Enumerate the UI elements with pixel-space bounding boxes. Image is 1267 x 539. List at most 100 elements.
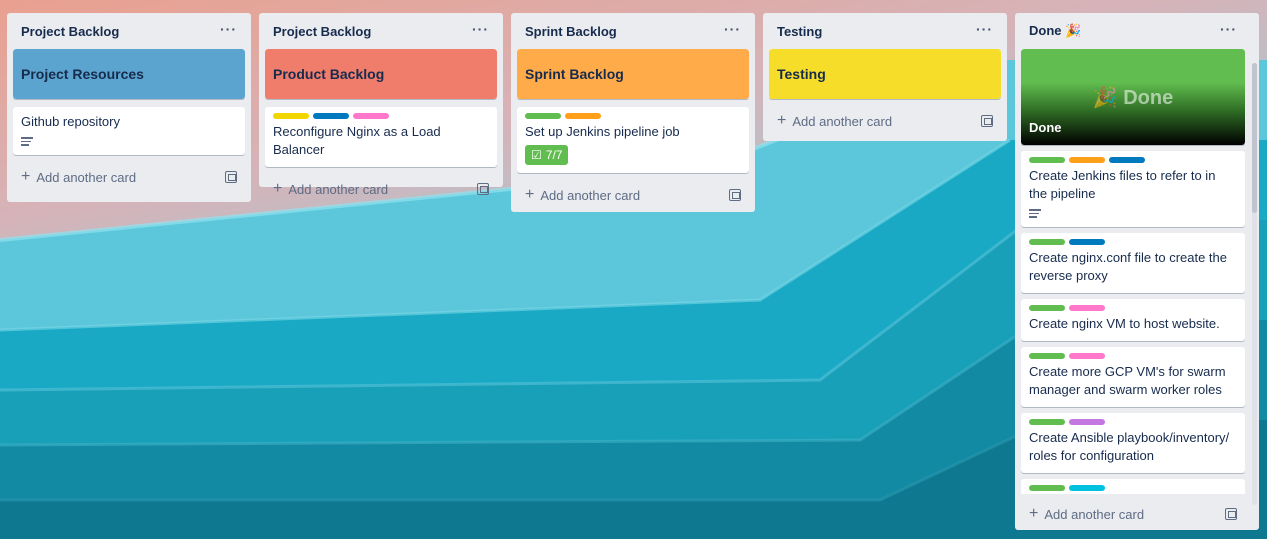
card-cover-image: 🎉 Done Done xyxy=(1021,49,1245,145)
card[interactable]: Create Ansible playbook/inventory/ roles… xyxy=(1021,413,1245,473)
checklist-count: 7/7 xyxy=(545,148,563,162)
label-blue[interactable] xyxy=(1069,239,1105,245)
label-pink[interactable] xyxy=(1069,353,1105,359)
card-title: Github repository xyxy=(21,114,120,129)
list-sprint-backlog: Sprint Backlog ··· Sprint Backlog Set up… xyxy=(511,13,755,212)
add-card-button[interactable]: + Add another card xyxy=(525,186,640,204)
card-labels xyxy=(1029,305,1237,311)
card-template-icon[interactable] xyxy=(477,183,489,195)
list-header: Project Backlog ··· xyxy=(265,13,497,49)
label-green[interactable] xyxy=(1029,239,1065,245)
description-icon xyxy=(1029,209,1041,219)
card-labels xyxy=(1029,157,1237,163)
card-template-icon[interactable] xyxy=(729,189,741,201)
add-card-label: Add another card xyxy=(540,187,641,203)
cover-card[interactable]: Project Resources xyxy=(13,49,245,99)
label-blue[interactable] xyxy=(1109,157,1145,163)
card[interactable]: Create more GCP VM's for swarm manager a… xyxy=(1021,347,1245,407)
label-blue[interactable] xyxy=(313,113,349,119)
plus-icon: + xyxy=(273,180,283,197)
list-title[interactable]: Testing xyxy=(777,24,822,39)
label-green[interactable] xyxy=(1029,485,1065,491)
card[interactable]: Create nginx.conf file to create the rev… xyxy=(1021,233,1245,293)
plus-icon: + xyxy=(21,168,31,185)
cover-card-title: Testing xyxy=(777,66,826,82)
card[interactable] xyxy=(1021,479,1245,494)
add-card-label: Add another card xyxy=(1044,506,1145,522)
cover-card-title: Sprint Backlog xyxy=(525,66,624,82)
card-cover: Sprint Backlog xyxy=(517,49,749,99)
card[interactable]: Github repository xyxy=(13,107,245,155)
list-title[interactable]: Done 🎉 xyxy=(1029,23,1081,39)
card[interactable]: Set up Jenkins pipeline job ☑ 7/7 xyxy=(517,107,749,173)
label-green[interactable] xyxy=(525,113,561,119)
scrollbar-thumb[interactable] xyxy=(1252,63,1257,213)
cover-art-text: 🎉 Done xyxy=(1092,87,1174,109)
list-product-backlog: Project Backlog ··· Product Backlog Reco… xyxy=(259,13,503,197)
board: Project Backlog ··· Project Resources Gi… xyxy=(0,0,1267,539)
cover-card[interactable]: Testing xyxy=(769,49,1001,99)
add-card-button[interactable]: + Add another card xyxy=(777,112,892,130)
label-purple[interactable] xyxy=(1069,419,1105,425)
card-template-icon[interactable] xyxy=(225,171,237,183)
label-pink[interactable] xyxy=(1069,305,1105,311)
label-orange[interactable] xyxy=(1069,157,1105,163)
list-menu-icon[interactable]: ··· xyxy=(976,21,993,37)
list-menu-icon[interactable]: ··· xyxy=(220,21,237,37)
card-labels xyxy=(1029,419,1237,425)
card-cover: Project Resources xyxy=(13,49,245,99)
label-orange[interactable] xyxy=(565,113,601,119)
cover-card-title: Product Backlog xyxy=(273,66,385,82)
list-cards-scroll[interactable]: 🎉 Done Done Create Jenkins files to refe… xyxy=(1021,49,1245,494)
checkbox-icon: ☑ xyxy=(531,148,542,162)
card-labels xyxy=(525,113,741,119)
label-green[interactable] xyxy=(1029,353,1065,359)
cover-card[interactable]: 🎉 Done Done xyxy=(1021,49,1245,145)
plus-icon: + xyxy=(525,186,535,203)
list-done: Done 🎉 ··· 🎉 Done Done Create Jenkins fi… xyxy=(1015,13,1259,530)
add-card-label: Add another card xyxy=(792,113,893,129)
checklist-badge: ☑ 7/7 xyxy=(525,145,569,165)
label-pink[interactable] xyxy=(353,113,389,119)
label-sky[interactable] xyxy=(1069,485,1105,491)
card-title: Set up Jenkins pipeline job xyxy=(525,124,680,139)
card-cover: Testing xyxy=(769,49,1001,99)
card-labels xyxy=(1029,485,1237,491)
cover-card[interactable]: Product Backlog xyxy=(265,49,497,99)
add-card-row: + Add another card xyxy=(517,181,749,209)
card-template-icon[interactable] xyxy=(1225,508,1237,520)
plus-icon: + xyxy=(777,112,787,129)
card-title: Create Ansible playbook/inventory/ roles… xyxy=(1029,430,1230,463)
card[interactable]: Create nginx VM to host website. xyxy=(1021,299,1245,341)
add-card-button[interactable]: + Add another card xyxy=(273,180,388,198)
card-title: Create nginx VM to host website. xyxy=(1029,316,1220,331)
card-labels xyxy=(1029,353,1237,359)
list-title[interactable]: Project Backlog xyxy=(273,24,371,39)
card-template-icon[interactable] xyxy=(981,115,993,127)
list-title[interactable]: Sprint Backlog xyxy=(525,24,617,39)
label-green[interactable] xyxy=(1029,157,1065,163)
label-green[interactable] xyxy=(1029,305,1065,311)
add-card-row: + Add another card xyxy=(13,163,245,191)
list-testing: Testing ··· Testing + Add another card xyxy=(763,13,1007,141)
add-card-label: Add another card xyxy=(288,181,389,197)
add-card-button[interactable]: + Add another card xyxy=(1029,505,1144,523)
add-card-button[interactable]: + Add another card xyxy=(21,168,136,186)
card-cover: Product Backlog xyxy=(265,49,497,99)
cover-card[interactable]: Sprint Backlog xyxy=(517,49,749,99)
card-title: Create more GCP VM's for swarm manager a… xyxy=(1029,364,1226,397)
label-green[interactable] xyxy=(1029,419,1065,425)
add-card-row: + Add another card xyxy=(769,107,1001,135)
card[interactable]: Create Jenkins files to refer to in the … xyxy=(1021,151,1245,227)
list-menu-icon[interactable]: ··· xyxy=(724,21,741,37)
list-title[interactable]: Project Backlog xyxy=(21,24,119,39)
label-yellow[interactable] xyxy=(273,113,309,119)
list-menu-icon[interactable]: ··· xyxy=(472,21,489,37)
list-scrollbar[interactable] xyxy=(1252,63,1257,505)
add-card-row: + Add another card xyxy=(1021,500,1245,528)
add-card-label: Add another card xyxy=(36,169,137,185)
card[interactable]: Reconfigure Nginx as a Load Balancer xyxy=(265,107,497,167)
list-project-backlog: Project Backlog ··· Project Resources Gi… xyxy=(7,13,251,202)
list-menu-icon[interactable]: ··· xyxy=(1220,21,1237,37)
list-header: Done 🎉 ··· xyxy=(1021,13,1245,49)
